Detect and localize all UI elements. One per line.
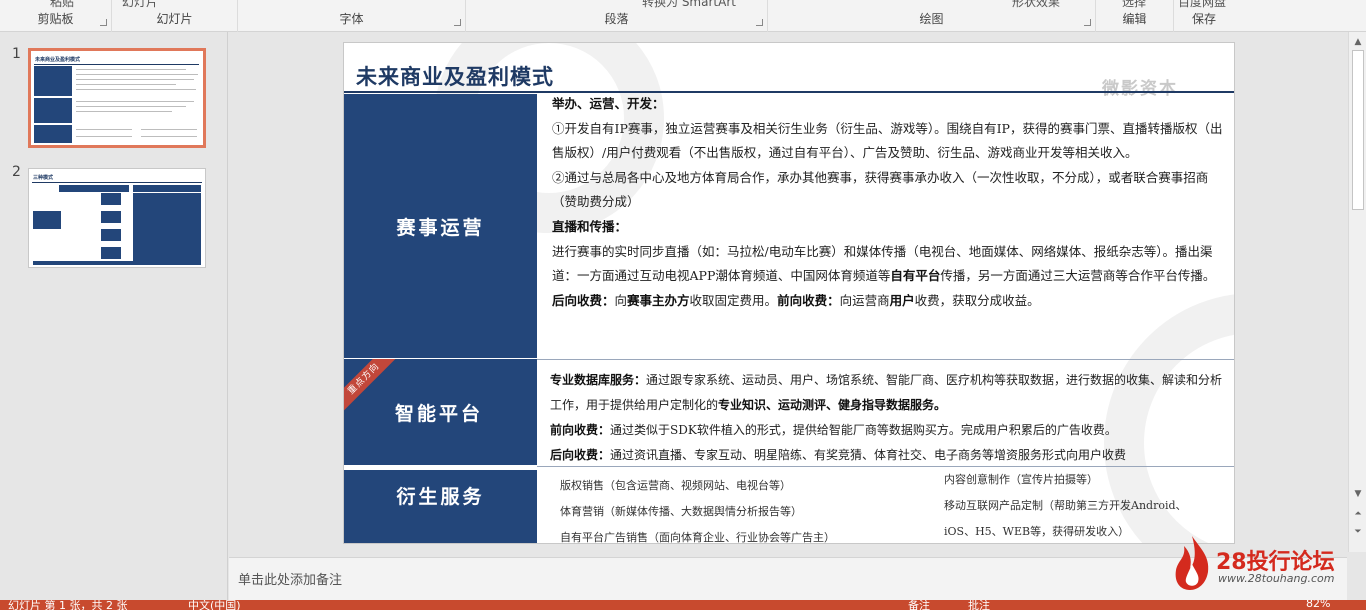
- notes-button[interactable]: 备注: [908, 600, 930, 610]
- key-direction-tag: 重点方向: [344, 359, 397, 415]
- section-derivative-services[interactable]: 衍生服务: [344, 470, 537, 543]
- slide-title[interactable]: 未来商业及盈利模式: [356, 61, 554, 91]
- ribbon-group-drawing[interactable]: 形状效果 绘图: [768, 0, 1096, 32]
- list-item: 自有平台广告销售（面向体育企业、行业协会等广告主）: [560, 531, 835, 544]
- ribbon-group-font[interactable]: 字体: [238, 0, 466, 32]
- vertical-scrollbar[interactable]: ▲ ▼ ⏶ ⏷: [1348, 32, 1366, 552]
- slide-number: 1: [12, 46, 21, 62]
- divider: [537, 359, 1234, 360]
- ribbon-group-label: 剪贴板: [37, 12, 74, 26]
- ribbon-group-editing[interactable]: 选择 编辑: [1096, 0, 1174, 32]
- slide-number: 2: [12, 164, 21, 180]
- section-2-content[interactable]: 专业数据库服务：通过跟专家系统、运动员、用户、场馆系统、智能厂商、医疗机构等获取…: [550, 368, 1234, 468]
- flame-icon: [1175, 536, 1209, 590]
- ribbon-group-label: 段落: [604, 12, 629, 26]
- site-logo: 28投行论坛 www.28touhang.com: [1172, 534, 1342, 594]
- notes-placeholder[interactable]: 单击此处添加备注: [238, 569, 342, 588]
- ribbon-group-paragraph[interactable]: 转换为 SmartArt 段落: [466, 0, 768, 32]
- dialog-launcher-icon[interactable]: [454, 19, 461, 26]
- ribbon-group-save[interactable]: 百度网盘 保存: [1174, 0, 1234, 32]
- powerpoint-window: 粘贴 剪贴板 幻灯片 幻灯片 字体 转换为 SmartArt 段落 形状效果 绘…: [0, 0, 1366, 610]
- dialog-launcher-icon[interactable]: [756, 19, 763, 26]
- slide-thumbnail-2[interactable]: 三种模式: [28, 168, 206, 268]
- ribbon-group-slides[interactable]: 幻灯片 幻灯片: [112, 0, 238, 32]
- ribbon-group-clipboard[interactable]: 粘贴 剪贴板: [0, 0, 112, 32]
- section-3-right-list[interactable]: 内容创意制作（宣传片拍摄等） 移动互联网产品定制（帮助第三方开发Android、…: [944, 467, 1234, 543]
- comments-button[interactable]: 批注: [968, 600, 990, 610]
- list-item: 体育营销（新媒体传播、大数据舆情分析报告等）: [560, 505, 802, 518]
- dialog-launcher-icon[interactable]: [1084, 19, 1091, 26]
- language-indicator[interactable]: 中文(中国): [188, 600, 241, 610]
- slide-thumbnail-1[interactable]: 未来商业及盈利模式: [28, 48, 206, 148]
- ribbon-group-label: 绘图: [919, 12, 944, 26]
- scroll-down-icon[interactable]: ▼: [1352, 488, 1364, 500]
- list-item: 版权销售（包含运营商、视频网站、电视台等）: [560, 479, 791, 492]
- slide-count: 幻灯片 第 1 张，共 2 张: [8, 600, 128, 610]
- slide-editing-area[interactable]: 未来商业及盈利模式 微影资本 赛事运营 举办、运营、开发： ①开发自有IP赛事，…: [229, 32, 1347, 552]
- list-item: 内容创意制作（宣传片拍摄等）: [944, 473, 1098, 486]
- ribbon-group-label: 编辑: [1122, 12, 1147, 26]
- previous-slide-icon[interactable]: ⏶: [1352, 508, 1364, 520]
- next-slide-icon[interactable]: ⏷: [1352, 526, 1364, 538]
- section-1-content[interactable]: 举办、运营、开发： ①开发自有IP赛事，独立运营赛事及相关衍生业务（衍生品、游戏…: [552, 92, 1230, 313]
- section-3-left-list[interactable]: 版权销售（包含运营商、视频网站、电视台等） 体育营销（新媒体传播、大数据舆情分析…: [560, 473, 940, 544]
- list-item: 移动互联网产品定制（帮助第三方开发Android、: [944, 499, 1187, 512]
- scroll-up-icon[interactable]: ▲: [1352, 36, 1364, 48]
- ribbon-group-label: 幻灯片: [156, 12, 193, 26]
- zoom-level[interactable]: 82%: [1306, 600, 1330, 610]
- section-event-operations[interactable]: 赛事运营: [344, 94, 537, 358]
- ribbon: 粘贴 剪贴板 幻灯片 幻灯片 字体 转换为 SmartArt 段落 形状效果 绘…: [0, 0, 1366, 32]
- status-bar: 幻灯片 第 1 张，共 2 张 中文(中国) 备注 批注 82%: [0, 600, 1366, 610]
- ribbon-group-label: 保存: [1191, 12, 1216, 26]
- slide-canvas[interactable]: 未来商业及盈利模式 微影资本 赛事运营 举办、运营、开发： ①开发自有IP赛事，…: [343, 42, 1235, 544]
- dialog-launcher-icon[interactable]: [100, 19, 107, 26]
- slide-thumbnails-pane[interactable]: 1 未来商业及盈利模式 2 三种模式: [0, 32, 228, 600]
- ribbon-group-label: 字体: [339, 12, 364, 26]
- scrollbar-thumb[interactable]: [1352, 50, 1364, 210]
